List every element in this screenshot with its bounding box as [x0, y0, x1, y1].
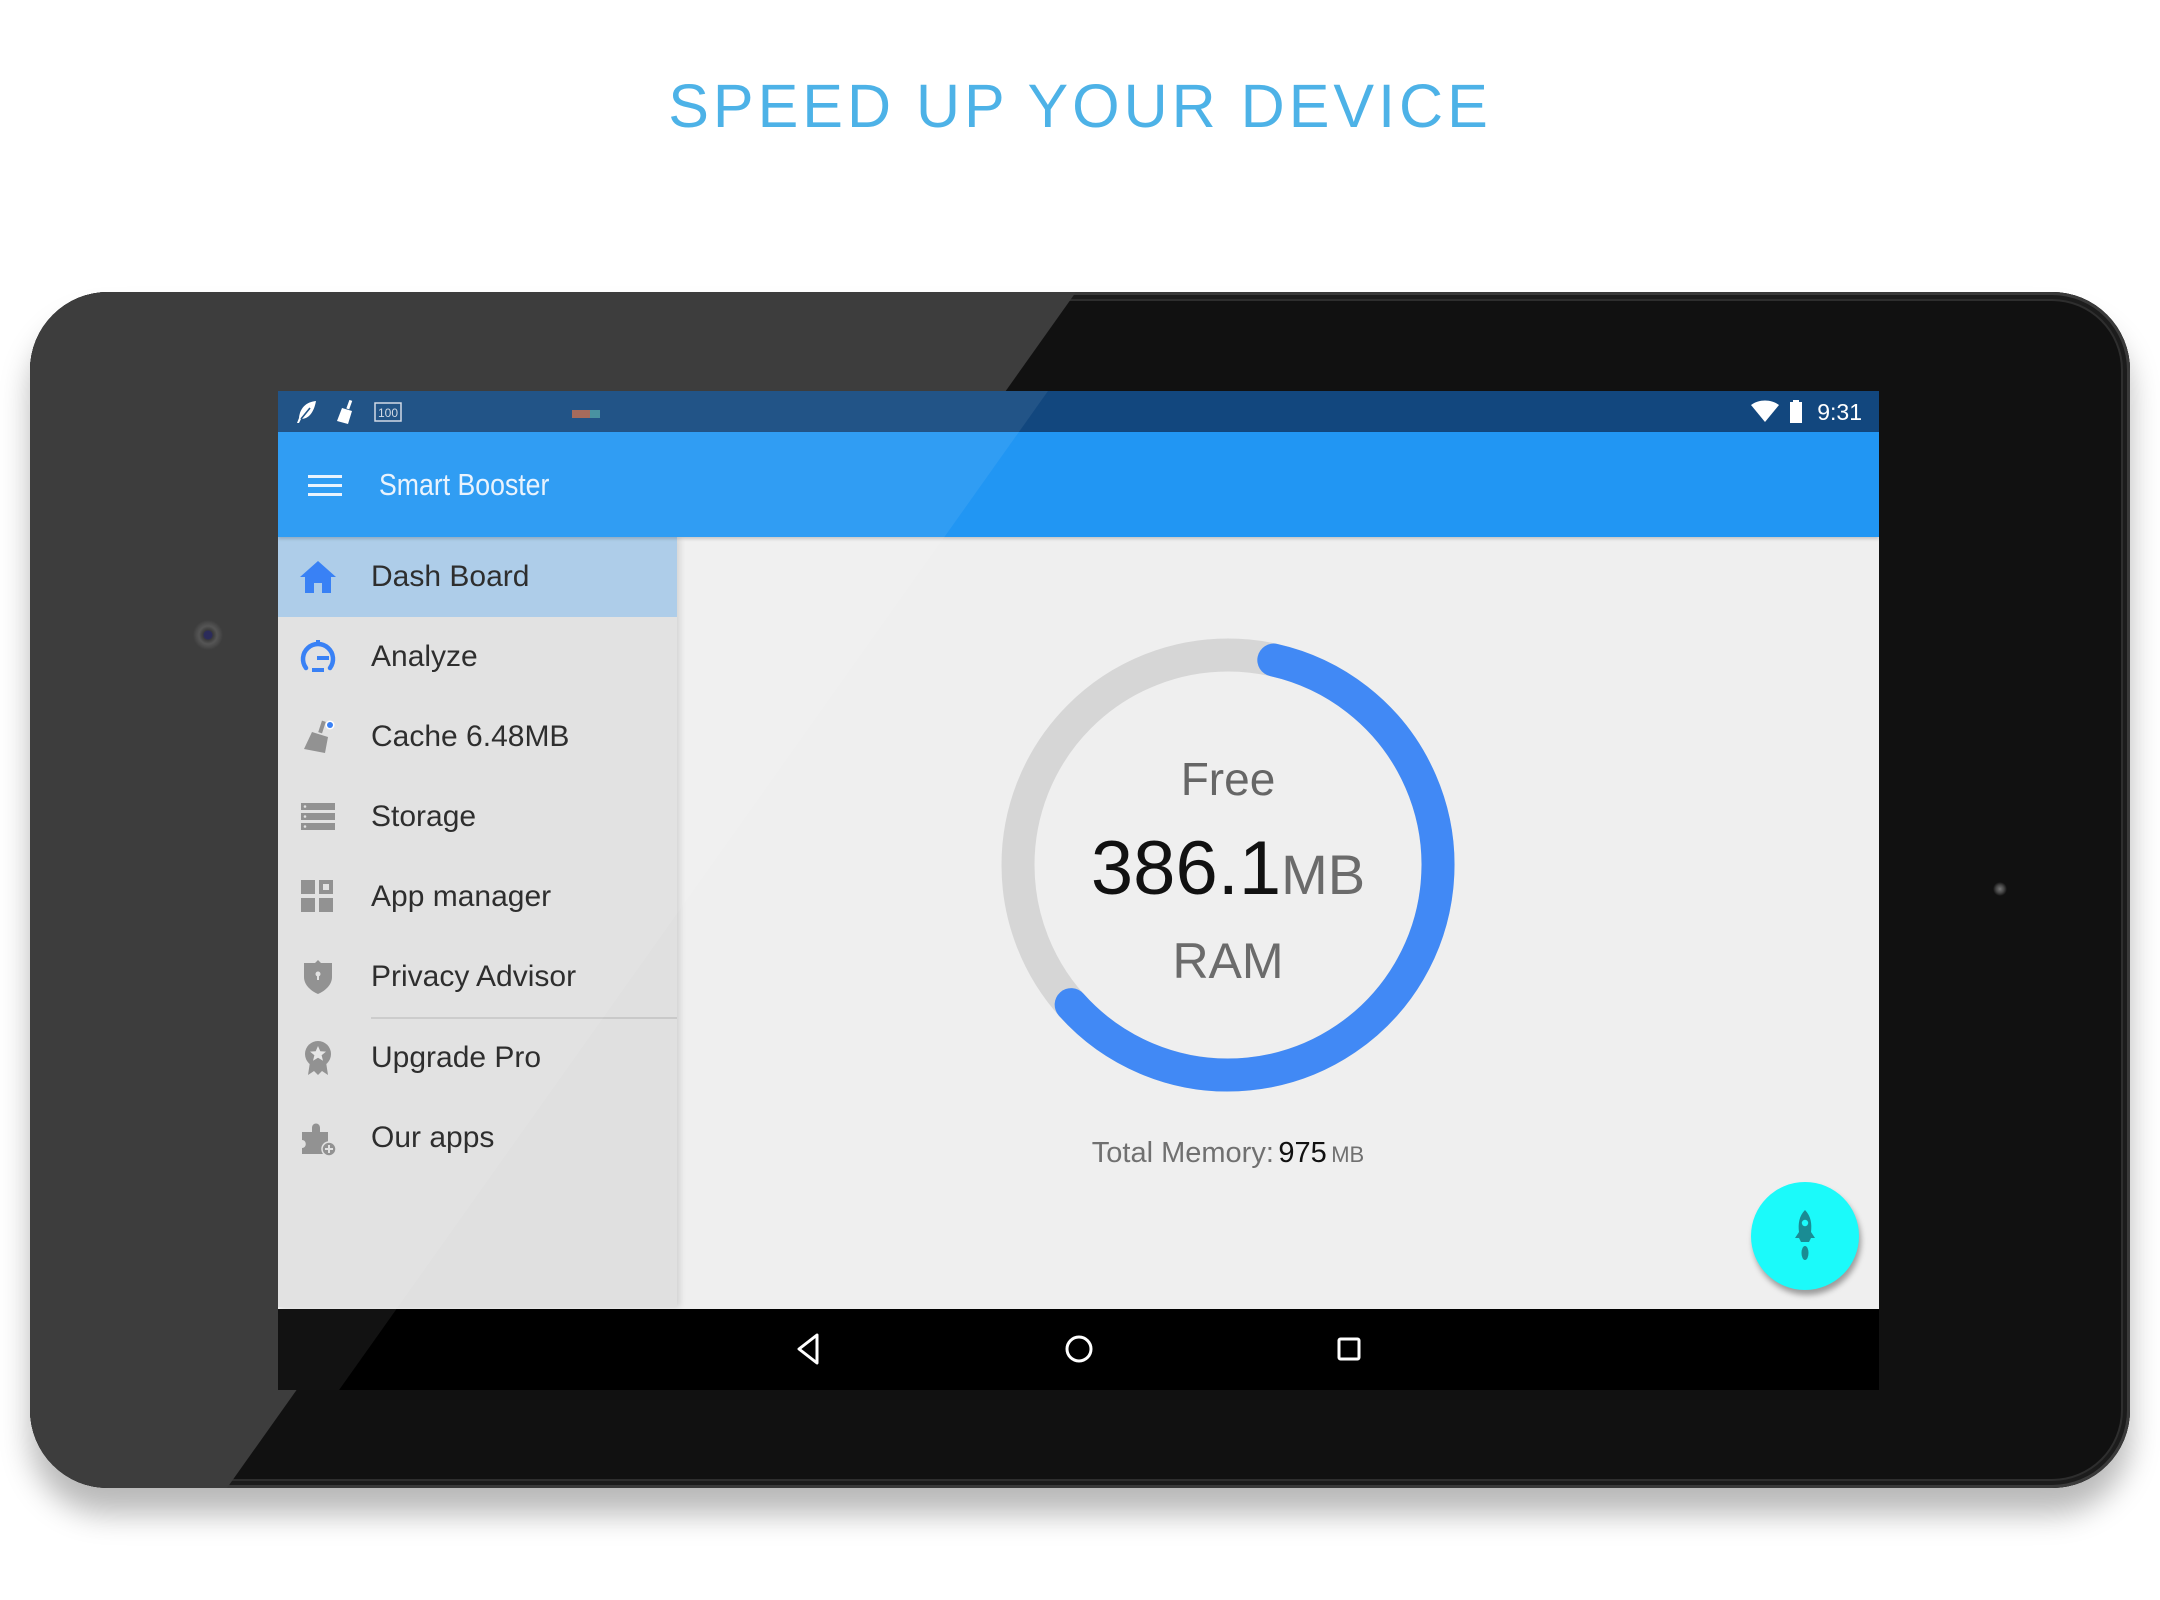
drawer-item-label: Storage: [371, 800, 477, 833]
speedometer-icon: [300, 640, 336, 672]
front-camera: [193, 620, 223, 650]
total-memory-unit: MB: [1331, 1142, 1365, 1167]
drawer-item-label: Privacy Advisor: [371, 960, 577, 993]
drawer-item-label: Analyze: [371, 640, 478, 673]
free-ram-unit: MB: [1281, 843, 1366, 906]
award-badge-icon: [305, 1041, 331, 1075]
home-circle-icon[interactable]: [1057, 1327, 1101, 1371]
puzzle-icon: [302, 1123, 337, 1157]
recents-icon[interactable]: [1327, 1327, 1371, 1371]
free-ram-value: 386.1MB: [978, 829, 1478, 930]
broom-icon: [304, 720, 335, 753]
total-memory-value: 975: [1278, 1137, 1327, 1169]
status-bar: 100 9:31: [278, 391, 1879, 432]
wifi-icon: [1751, 400, 1779, 422]
device-screen: 100 9:31 Smart Booster Free 386.1MB RAM …: [278, 391, 1879, 1390]
shield-icon: [304, 960, 332, 994]
home-icon: [300, 561, 336, 593]
total-memory-label: Total Memory:: [1091, 1137, 1274, 1169]
status-time: 9:31: [1817, 399, 1862, 425]
headline: SPEED UP YOUR DEVICE: [668, 72, 1492, 140]
boost-fab-button[interactable]: [1751, 1182, 1859, 1290]
drawer-item-cache[interactable]: Cache 6.48MB: [278, 697, 677, 777]
notification-indicator: [572, 410, 600, 418]
drawer-item-label: Cache 6.48MB: [371, 720, 570, 753]
drawer-item-privacy-advisor[interactable]: Privacy Advisor: [278, 937, 677, 1017]
app-toolbar: Smart Booster: [278, 432, 1879, 537]
drawer-item-analyze[interactable]: Analyze: [278, 617, 677, 697]
light-sensor: [1993, 882, 2007, 896]
drawer-item-label: Dash Board: [371, 560, 530, 593]
ram-label: RAM: [1172, 933, 1284, 989]
back-icon[interactable]: [787, 1327, 831, 1371]
app-title: Smart Booster: [379, 467, 550, 502]
apps-grid-icon: [301, 880, 333, 912]
drawer-item-label: App manager: [371, 880, 552, 913]
drawer-item-app-manager[interactable]: App manager: [278, 857, 677, 937]
storage-icon: [301, 803, 335, 830]
system-nav-bar: [278, 1309, 1879, 1390]
drawer-item-our-apps[interactable]: Our apps: [278, 1098, 677, 1178]
feather-icon: [297, 401, 316, 423]
drawer-item-label: Upgrade Pro: [371, 1041, 542, 1074]
svg-text:100: 100: [378, 406, 398, 420]
drawer-item-dash-board[interactable]: Dash Board: [278, 537, 677, 617]
total-memory: Total Memory: 975 MB: [928, 1135, 1528, 1176]
drawer-item-label: Our apps: [371, 1121, 495, 1154]
battery-100-icon: 100: [374, 402, 402, 422]
drawer-item-upgrade-pro[interactable]: Upgrade Pro: [278, 1018, 677, 1098]
drawer-item-storage[interactable]: Storage: [278, 777, 677, 857]
free-ram-number: 386.1: [1090, 826, 1282, 911]
free-label: Free: [1180, 753, 1276, 805]
battery-icon: [1790, 400, 1802, 423]
rocket-icon: [1795, 1210, 1815, 1260]
navigation-drawer: Dash Board Analyze Cache 6.48MB Storage …: [278, 537, 677, 1307]
broom-icon: [337, 400, 353, 424]
hamburger-menu-icon[interactable]: [308, 475, 342, 497]
